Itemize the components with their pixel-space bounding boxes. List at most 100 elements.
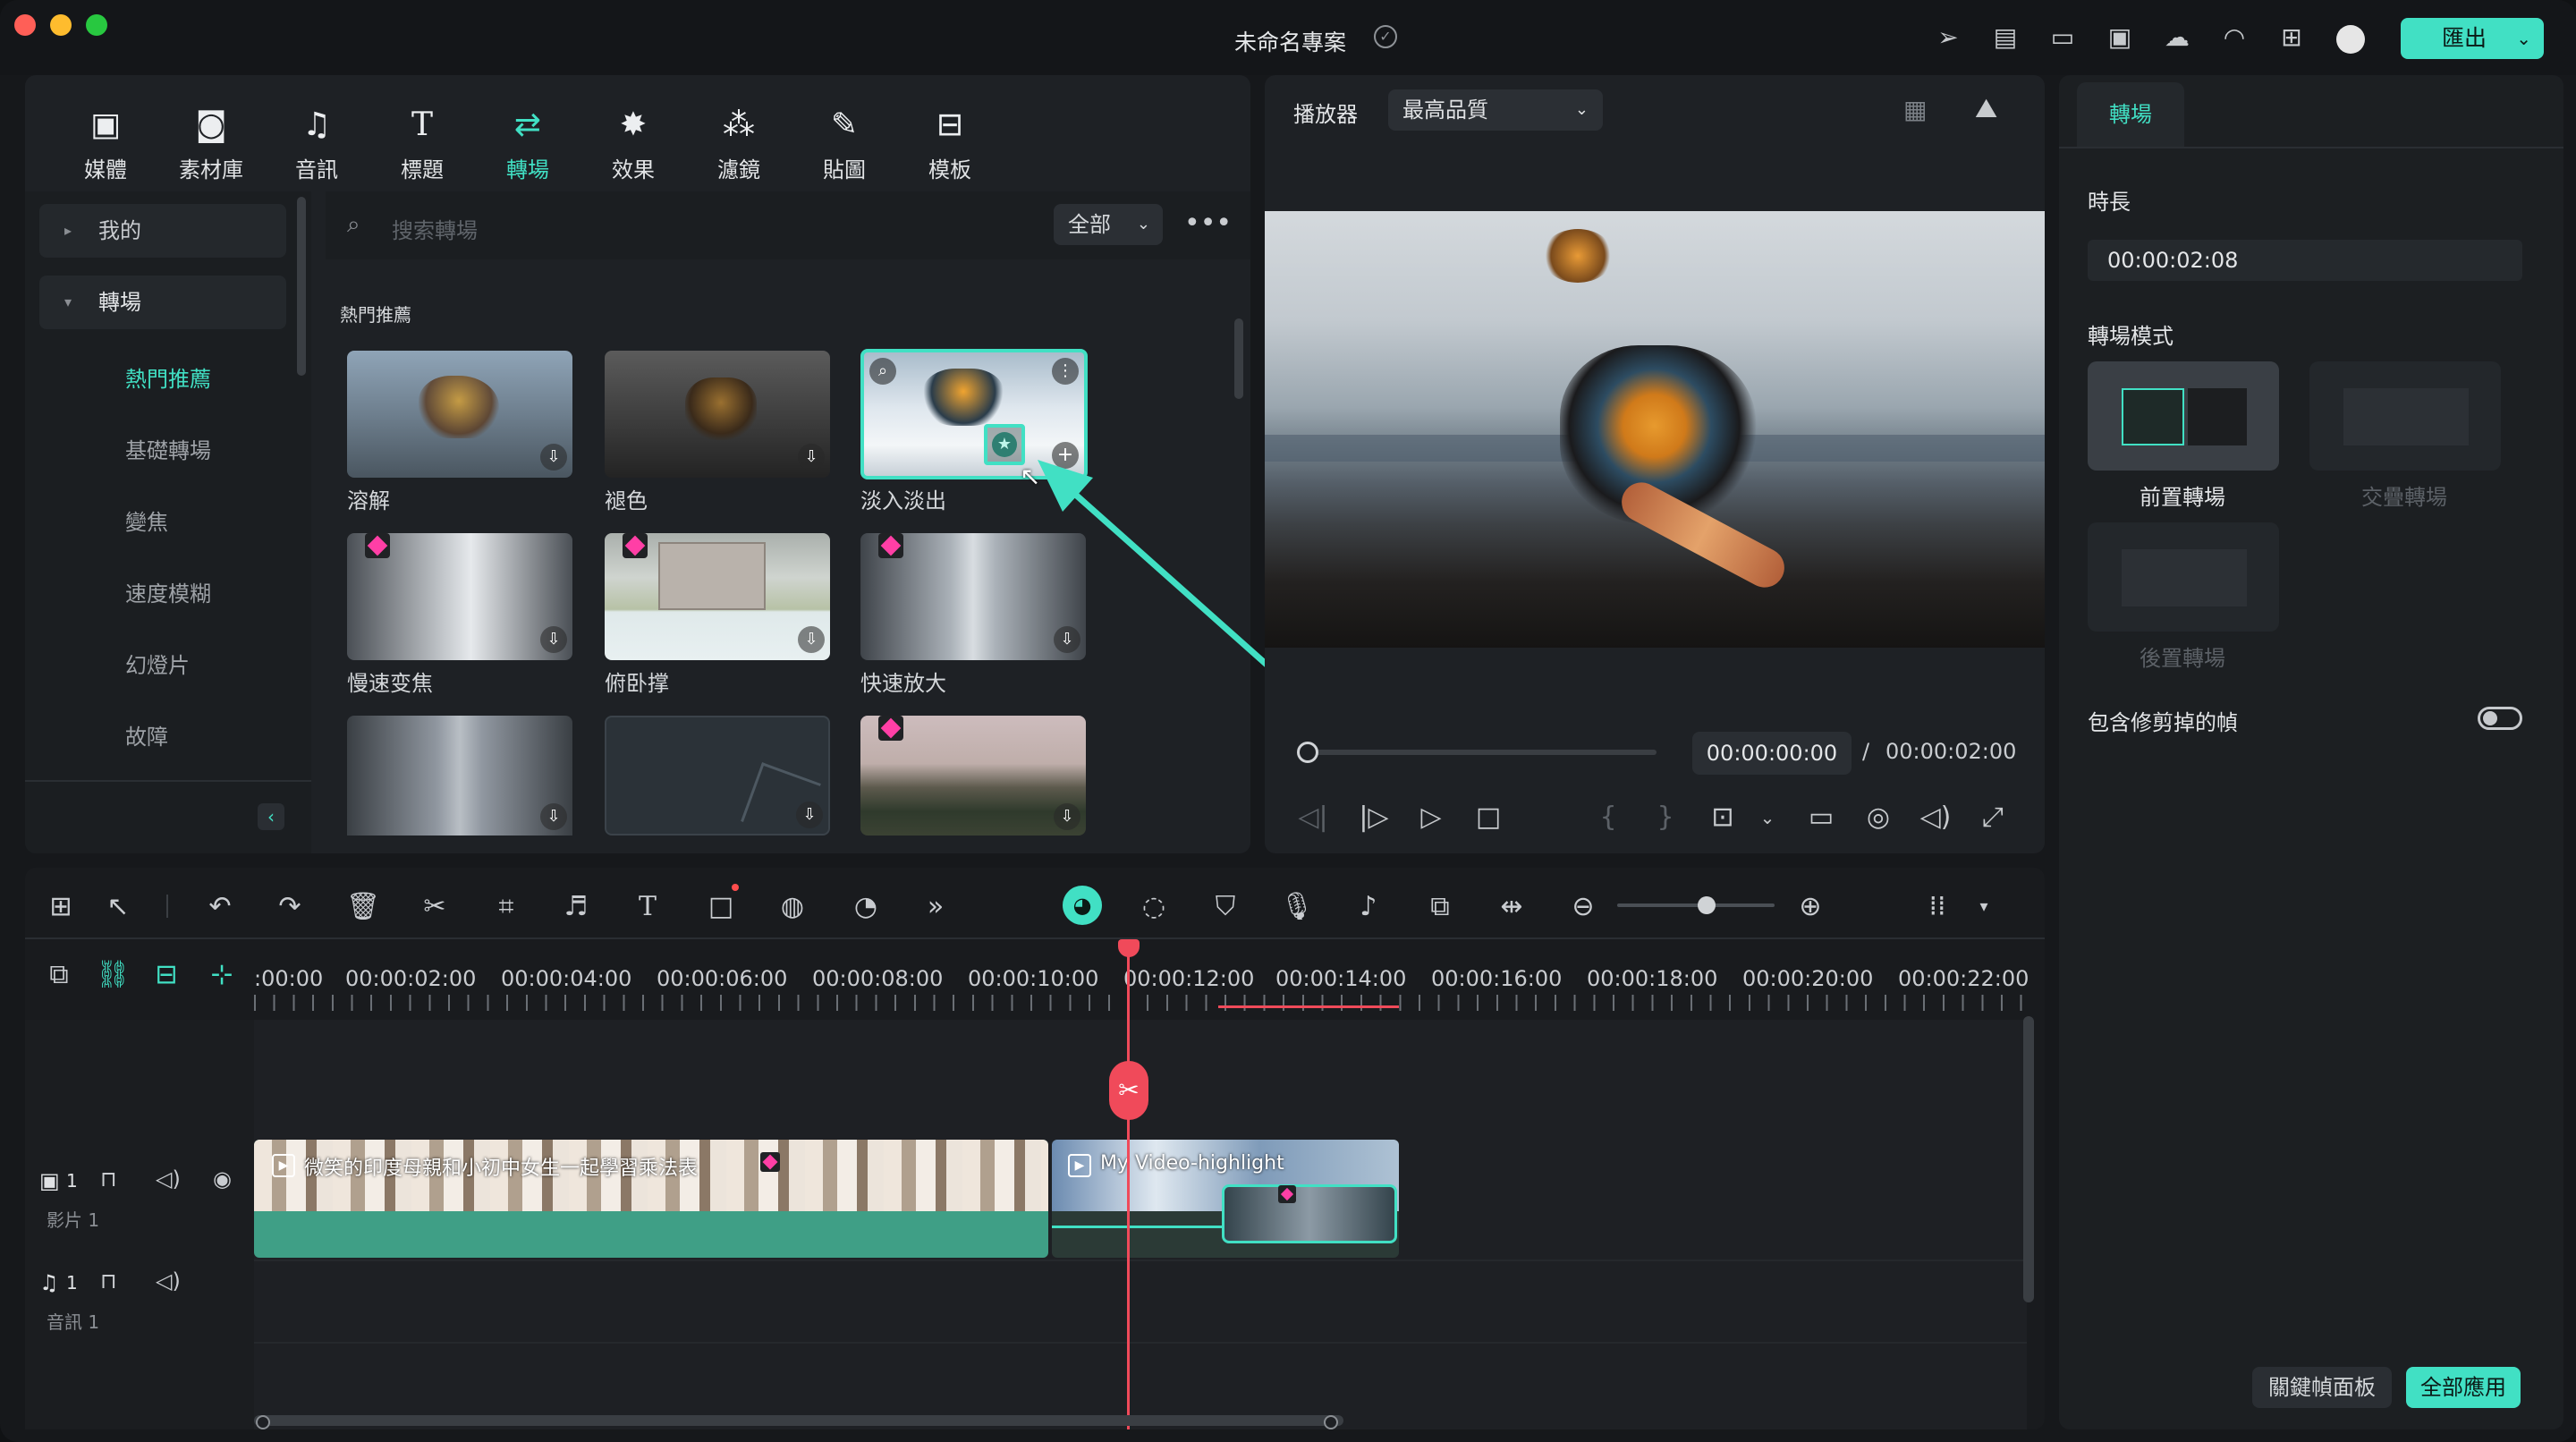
tab-templates[interactable]: ⊟ 模板 bbox=[905, 106, 995, 183]
magnet-icon[interactable]: ⊟ bbox=[147, 955, 186, 995]
zoom-out-icon[interactable]: ⊖ bbox=[1563, 887, 1603, 927]
mark-in-icon[interactable]: { bbox=[1590, 800, 1626, 836]
microphone-icon[interactable]: 🎙 bbox=[1277, 887, 1317, 927]
delete-icon[interactable]: 🗑 bbox=[343, 887, 383, 927]
undo-icon[interactable]: ↶ bbox=[200, 887, 240, 927]
eye-icon[interactable]: ◉ bbox=[213, 1166, 232, 1192]
include-trimmed-toggle[interactable] bbox=[2478, 707, 2522, 730]
pip-icon[interactable]: ⧉ bbox=[1420, 887, 1460, 927]
sidebar-scrollbar[interactable] bbox=[297, 197, 306, 376]
add-track-icon[interactable]: ⧉ bbox=[39, 955, 79, 995]
transition-thumb-dissolve[interactable]: ⇩ bbox=[347, 351, 572, 478]
transition-block[interactable] bbox=[1222, 1184, 1397, 1243]
fullscreen-icon[interactable]: ⤢ bbox=[1975, 800, 2011, 836]
mode-overlap-option[interactable] bbox=[2309, 361, 2501, 471]
avatar[interactable] bbox=[2336, 25, 2365, 54]
preview-zoom-icon[interactable]: ⌕ bbox=[869, 358, 896, 385]
tab-media[interactable]: ▣ 媒體 bbox=[61, 106, 150, 183]
sidebar-item-speed-blur[interactable]: 速度模糊 bbox=[125, 576, 211, 607]
download-icon[interactable]: ⇩ bbox=[540, 803, 567, 830]
sidebar-item-transitions[interactable]: ▾ 轉場 bbox=[39, 276, 286, 329]
camera-icon[interactable]: ◎ bbox=[1860, 800, 1896, 836]
audio-list-icon[interactable]: ♪ bbox=[1349, 887, 1388, 927]
download-icon[interactable]: ⇩ bbox=[540, 626, 567, 653]
volume-icon[interactable]: ◁) bbox=[156, 1166, 181, 1192]
volume-icon[interactable]: ◁) bbox=[156, 1268, 181, 1294]
video-clip-2[interactable]: ▶ My Video-highlight bbox=[1052, 1140, 1399, 1258]
close-window-button[interactable] bbox=[14, 14, 36, 36]
zoom-in-icon[interactable]: ⊕ bbox=[1791, 887, 1830, 927]
zoom-slider-handle[interactable] bbox=[1698, 896, 1716, 914]
scroll-handle-left[interactable] bbox=[256, 1415, 270, 1429]
transition-thumb-blur[interactable]: ⇩ bbox=[347, 716, 572, 836]
scroll-handle-right[interactable] bbox=[1324, 1415, 1338, 1429]
split-scissors-icon[interactable]: ✂ bbox=[415, 887, 454, 927]
zoom-slider-track[interactable] bbox=[1617, 903, 1775, 907]
text-tool-icon[interactable]: T bbox=[628, 887, 667, 927]
kebab-menu-icon[interactable]: ⋮ bbox=[1052, 358, 1079, 385]
sidebar-item-slideshow[interactable]: 幻燈片 bbox=[125, 648, 190, 679]
headset-icon[interactable]: ◠ bbox=[2216, 20, 2252, 55]
cloud-upload-icon[interactable]: ☁ bbox=[2159, 20, 2195, 55]
playhead-line[interactable] bbox=[1127, 950, 1130, 1429]
maximize-window-button[interactable] bbox=[86, 14, 107, 36]
shield-marker-icon[interactable]: ⛉ bbox=[1206, 887, 1245, 927]
grid-view-icon[interactable]: ▦ bbox=[1903, 95, 1927, 124]
apply-all-button[interactable]: 全部應用 bbox=[2406, 1367, 2521, 1408]
fit-timeline-icon[interactable]: ⇹ bbox=[1492, 887, 1531, 927]
sidebar-item-zoom[interactable]: 變焦 bbox=[125, 505, 168, 536]
marker-icon[interactable]: ⊡ bbox=[1705, 800, 1741, 836]
play-icon[interactable]: ▷ bbox=[1413, 800, 1449, 836]
stop-icon[interactable]: □ bbox=[1470, 800, 1506, 836]
search-input[interactable]: 搜索轉場 bbox=[392, 213, 478, 244]
mask-icon[interactable]: ◍ bbox=[773, 887, 812, 927]
mark-out-icon[interactable]: } bbox=[1648, 800, 1683, 836]
timeline-vertical-scrollbar[interactable] bbox=[2023, 1016, 2034, 1302]
audio-adjust-icon[interactable]: ♬ bbox=[556, 887, 596, 927]
download-icon[interactable]: ⇩ bbox=[798, 444, 825, 471]
chevron-down-icon[interactable]: ⌄ bbox=[1750, 800, 1785, 836]
mode-postfix-option[interactable] bbox=[2088, 522, 2279, 632]
sidebar-item-popular[interactable]: 熱門推薦 bbox=[125, 361, 211, 393]
apps-grid-icon[interactable]: ⊞ bbox=[2274, 20, 2309, 55]
duration-field[interactable]: 00:00:02:08 bbox=[2088, 240, 2522, 281]
shape-record-icon[interactable]: □ bbox=[701, 887, 741, 927]
lock-icon[interactable]: ⊓ bbox=[100, 1166, 117, 1192]
library-scrollbar[interactable] bbox=[1234, 318, 1243, 399]
current-time-field[interactable]: 00:00:00:00 bbox=[1692, 732, 1852, 775]
keyframe-panel-button[interactable]: 關鍵幀面板 bbox=[2252, 1367, 2392, 1408]
video-clip-1[interactable]: ▶ 微笑的印度母親和小初中女生一起學習乘法表 bbox=[254, 1140, 1048, 1258]
prev-frame-icon[interactable]: ◁| bbox=[1295, 800, 1331, 836]
minimize-window-button[interactable] bbox=[50, 14, 72, 36]
layout-grid-icon[interactable]: ⊞ bbox=[41, 887, 80, 927]
download-icon[interactable]: ⇩ bbox=[798, 626, 825, 653]
auto-beat-icon[interactable]: ◌ bbox=[1134, 887, 1174, 927]
volume-icon[interactable]: ◁) bbox=[1918, 800, 1953, 836]
tab-filters[interactable]: ⁂ 濾鏡 bbox=[694, 106, 784, 183]
transition-thumb-fade[interactable]: ⇩ bbox=[605, 351, 830, 478]
tab-transition-properties[interactable]: 轉場 bbox=[2077, 82, 2184, 147]
more-tools-icon[interactable]: » bbox=[916, 887, 955, 927]
sidebar-item-glitch[interactable]: 故障 bbox=[125, 719, 168, 751]
snap-icon[interactable]: ⊹ bbox=[202, 955, 242, 995]
link-icon[interactable]: ⛓ bbox=[93, 955, 132, 995]
progress-handle[interactable] bbox=[1297, 742, 1318, 763]
transition-thumb-motion-blur[interactable]: ⇩ bbox=[860, 716, 1086, 836]
progress-track[interactable] bbox=[1299, 750, 1657, 755]
tab-effects[interactable]: ✸ 效果 bbox=[589, 106, 678, 183]
export-button[interactable]: 匯出 ⌄ bbox=[2401, 18, 2544, 59]
download-icon[interactable]: ⇩ bbox=[1054, 803, 1080, 830]
sidebar-item-basic[interactable]: 基礎轉場 bbox=[125, 433, 211, 464]
mode-prefix-option[interactable] bbox=[2088, 361, 2279, 471]
video-preview[interactable] bbox=[1265, 211, 2045, 648]
download-icon[interactable]: ⇩ bbox=[796, 802, 823, 828]
timeline-horizontal-scrollbar[interactable] bbox=[254, 1415, 1343, 1426]
step-play-icon[interactable]: |▷ bbox=[1356, 800, 1392, 836]
tab-stock-library[interactable]: ◙ 素材庫 bbox=[166, 106, 256, 183]
ai-assistant-icon[interactable]: ◕ bbox=[1063, 886, 1102, 925]
split-scissors-icon[interactable]: ✂ bbox=[1109, 1061, 1148, 1120]
tab-transitions[interactable]: ⇄ 轉場 bbox=[483, 106, 572, 183]
select-tool-icon[interactable]: ↖ bbox=[98, 887, 138, 927]
tab-titles[interactable]: T 標題 bbox=[377, 106, 467, 183]
send-icon[interactable]: ➢ bbox=[1930, 20, 1966, 55]
